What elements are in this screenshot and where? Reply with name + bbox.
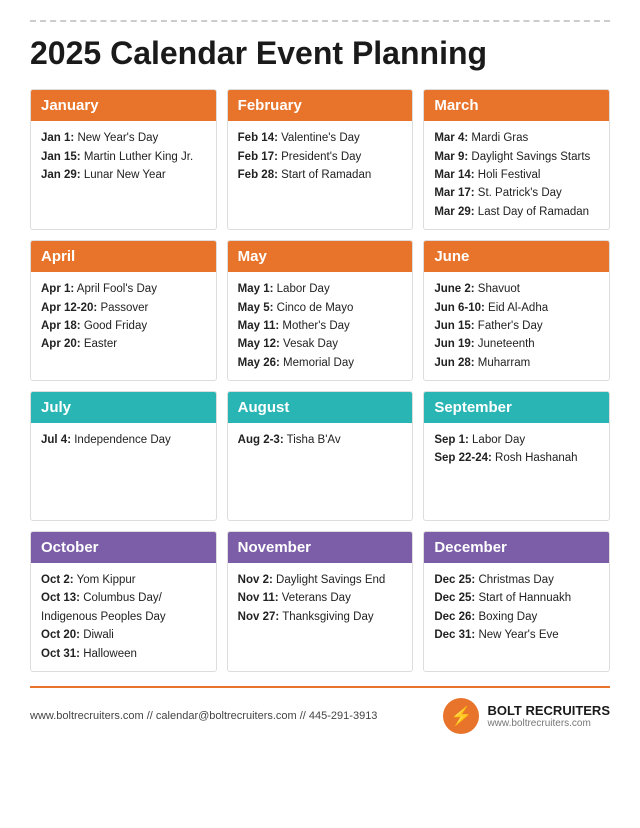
event-line: Oct 31: Halloween <box>41 645 206 663</box>
month-body: June 2: ShavuotJun 6-10: Eid Al-AdhaJun … <box>424 272 609 380</box>
month-body: Oct 2: Yom KippurOct 13: Columbus Day/ I… <box>31 563 216 671</box>
event-line: Jun 6-10: Eid Al-Adha <box>434 299 599 317</box>
month-card-april: AprilApr 1: April Fool's DayApr 12-20: P… <box>30 240 217 381</box>
month-card-september: SeptemberSep 1: Labor DaySep 22-24: Rosh… <box>423 391 610 521</box>
page-title: 2025 Calendar Event Planning <box>30 36 610 71</box>
event-line: Feb 14: Valentine's Day <box>238 129 403 147</box>
event-line: Apr 20: Easter <box>41 335 206 353</box>
month-card-january: JanuaryJan 1: New Year's DayJan 15: Mart… <box>30 89 217 230</box>
brand: ⚡ BOLT RECRUITERS www.boltrecruiters.com <box>443 698 610 734</box>
event-line: Dec 25: Christmas Day <box>434 571 599 589</box>
event-line: Nov 2: Daylight Savings End <box>238 571 403 589</box>
event-line: Oct 2: Yom Kippur <box>41 571 206 589</box>
month-header: September <box>424 392 609 423</box>
event-line: Mar 29: Last Day of Ramadan <box>434 203 599 221</box>
month-card-november: NovemberNov 2: Daylight Savings EndNov 1… <box>227 531 414 672</box>
brand-icon: ⚡ <box>443 698 479 734</box>
month-body: Apr 1: April Fool's DayApr 12-20: Passov… <box>31 272 216 362</box>
calendar-grid: JanuaryJan 1: New Year's DayJan 15: Mart… <box>30 89 610 672</box>
month-header: December <box>424 532 609 563</box>
event-line: May 5: Cinco de Mayo <box>238 299 403 317</box>
month-header: April <box>31 241 216 272</box>
event-line: Apr 18: Good Friday <box>41 317 206 335</box>
event-line: Oct 20: Diwali <box>41 626 206 644</box>
month-header: February <box>228 90 413 121</box>
month-card-july: July Jul 4: Independence Day <box>30 391 217 521</box>
event-line: Dec 26: Boxing Day <box>434 608 599 626</box>
month-header: January <box>31 90 216 121</box>
month-header: November <box>228 532 413 563</box>
event-line: Mar 14: Holi Festival <box>434 166 599 184</box>
event-line: May 11: Mother's Day <box>238 317 403 335</box>
month-card-may: MayMay 1: Labor DayMay 5: Cinco de MayoM… <box>227 240 414 381</box>
event-line: Jul 4: Independence Day <box>41 431 206 449</box>
month-body: Sep 1: Labor DaySep 22-24: Rosh Hashanah <box>424 423 609 476</box>
event-line: Mar 4: Mardi Gras <box>434 129 599 147</box>
month-header: May <box>228 241 413 272</box>
event-line: Apr 12-20: Passover <box>41 299 206 317</box>
event-line: Nov 27: Thanksgiving Day <box>238 608 403 626</box>
brand-info: BOLT RECRUITERS www.boltrecruiters.com <box>487 703 610 730</box>
event-line: May 1: Labor Day <box>238 280 403 298</box>
event-line: Jan 15: Martin Luther King Jr. <box>41 148 206 166</box>
month-card-june: JuneJune 2: ShavuotJun 6-10: Eid Al-Adha… <box>423 240 610 381</box>
event-line: Mar 17: St. Patrick's Day <box>434 184 599 202</box>
event-line: Feb 17: President's Day <box>238 148 403 166</box>
month-header: October <box>31 532 216 563</box>
month-header: July <box>31 392 216 423</box>
event-line: Aug 2-3: Tisha B'Av <box>238 431 403 449</box>
event-line: Oct 13: Columbus Day/ Indigenous Peoples… <box>41 589 206 626</box>
month-header: August <box>228 392 413 423</box>
month-card-march: MarchMar 4: Mardi GrasMar 9: Daylight Sa… <box>423 89 610 230</box>
month-card-october: OctoberOct 2: Yom KippurOct 13: Columbus… <box>30 531 217 672</box>
event-line: Mar 9: Daylight Savings Starts <box>434 148 599 166</box>
month-body: Dec 25: Christmas DayDec 25: Start of Ha… <box>424 563 609 653</box>
event-line: Sep 1: Labor Day <box>434 431 599 449</box>
month-body: Nov 2: Daylight Savings EndNov 11: Veter… <box>228 563 413 634</box>
event-line: Jan 29: Lunar New Year <box>41 166 206 184</box>
event-line: Feb 28: Start of Ramadan <box>238 166 403 184</box>
month-body: May 1: Labor DayMay 5: Cinco de MayoMay … <box>228 272 413 380</box>
event-line: Nov 11: Veterans Day <box>238 589 403 607</box>
event-line: Dec 25: Start of Hannuakh <box>434 589 599 607</box>
event-line: May 26: Memorial Day <box>238 354 403 372</box>
event-line: Jun 19: Juneteenth <box>434 335 599 353</box>
month-card-february: FebruaryFeb 14: Valentine's DayFeb 17: P… <box>227 89 414 230</box>
event-line: Jun 15: Father's Day <box>434 317 599 335</box>
month-body: Mar 4: Mardi GrasMar 9: Daylight Savings… <box>424 121 609 229</box>
footer: www.boltrecruiters.com // calendar@boltr… <box>30 686 610 734</box>
event-line: Dec 31: New Year's Eve <box>434 626 599 644</box>
event-line: Sep 22-24: Rosh Hashanah <box>434 449 599 467</box>
month-body: Jul 4: Independence Day <box>31 423 216 457</box>
month-body: Feb 14: Valentine's DayFeb 17: President… <box>228 121 413 192</box>
event-line: Apr 1: April Fool's Day <box>41 280 206 298</box>
month-body: Aug 2-3: Tisha B'Av <box>228 423 413 457</box>
event-line: May 12: Vesak Day <box>238 335 403 353</box>
month-body: Jan 1: New Year's DayJan 15: Martin Luth… <box>31 121 216 192</box>
month-header: June <box>424 241 609 272</box>
brand-name: BOLT RECRUITERS <box>487 703 610 719</box>
month-card-august: August Aug 2-3: Tisha B'Av <box>227 391 414 521</box>
month-card-december: DecemberDec 25: Christmas DayDec 25: Sta… <box>423 531 610 672</box>
event-line: June 2: Shavuot <box>434 280 599 298</box>
top-border <box>30 20 610 22</box>
event-line: Jun 28: Muharram <box>434 354 599 372</box>
month-header: March <box>424 90 609 121</box>
footer-contact: www.boltrecruiters.com // calendar@boltr… <box>30 710 377 722</box>
event-line: Jan 1: New Year's Day <box>41 129 206 147</box>
brand-url: www.boltrecruiters.com <box>487 718 610 729</box>
